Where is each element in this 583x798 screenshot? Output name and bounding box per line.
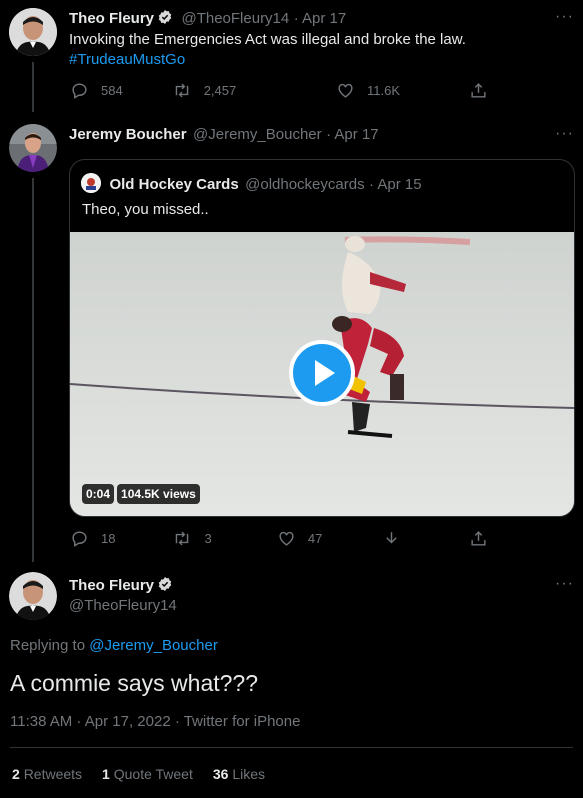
quoted-text: Theo, you missed.. (82, 201, 209, 218)
quote-tweets-stat[interactable]: 1 Quote Tweet (102, 766, 193, 782)
reply-button[interactable]: 18 (70, 529, 172, 548)
tweet-actions: 584 2,457 11.6K (70, 81, 500, 100)
verified-badge-icon (157, 9, 173, 30)
quoted-tweet-card[interactable]: Old Hockey Cards @oldhockeycards · Apr 1… (69, 159, 575, 517)
thread-line (32, 178, 34, 562)
video-duration: 0:04 (82, 484, 115, 504)
retweet-icon (176, 531, 189, 546)
author-handle[interactable]: @TheoFleury14 (69, 597, 177, 614)
reply-icon (72, 531, 87, 547)
tweet-stats: 2 Retweets 1 Quote Tweet 36 Likes (12, 766, 265, 782)
share-button[interactable] (469, 81, 500, 100)
author-handle[interactable]: @TheoFleury14 (181, 10, 289, 27)
author-name[interactable]: Theo Fleury (69, 10, 154, 27)
like-button[interactable]: 47 (277, 529, 382, 548)
thread-line (32, 62, 34, 112)
retweet-button[interactable]: 3 (172, 529, 276, 548)
replying-to-line: Replying to @Jeremy_Boucher (10, 637, 218, 654)
likes-stat[interactable]: 36 Likes (213, 766, 265, 782)
divider (10, 747, 573, 748)
quoted-avatar[interactable] (81, 173, 101, 193)
more-options-icon[interactable]: ··· (555, 8, 574, 26)
hashtag-link[interactable]: #TrudeauMustGo (69, 50, 569, 70)
quoted-author-name[interactable]: Old Hockey Cards (109, 176, 238, 193)
quoted-date[interactable]: · Apr 15 (369, 176, 422, 193)
tweet-actions: 18 3 47 (70, 529, 500, 548)
author-handle[interactable]: @Jeremy_Boucher (193, 126, 322, 143)
video-player[interactable]: 0:04 104.5K views (70, 232, 574, 516)
share-button[interactable] (469, 529, 500, 548)
video-views: 104.5K views (117, 484, 200, 504)
author-name[interactable]: Theo Fleury (69, 577, 154, 594)
tip-download-icon (386, 532, 398, 544)
author-name[interactable]: Jeremy Boucher (69, 126, 187, 143)
tweet-timestamp[interactable]: 11:38 AM · Apr 17, 2022 · Twitter for iP… (10, 713, 300, 730)
retweets-stat[interactable]: 2 Retweets (12, 766, 82, 782)
tip-button[interactable] (382, 529, 469, 548)
reply-count: 584 (101, 83, 123, 98)
replying-to-label: Replying to (10, 637, 90, 654)
main-tweet-text: A commie says what??? (10, 670, 259, 696)
replying-to-link[interactable]: @Jeremy_Boucher (89, 637, 218, 654)
more-options-icon[interactable]: ··· (555, 575, 574, 593)
reply-icon (72, 83, 87, 99)
retweet-button[interactable]: 2,457 (172, 81, 336, 100)
avatar-theo-fleury[interactable] (9, 572, 57, 620)
like-count: 11.6K (367, 83, 401, 98)
quoted-author-handle[interactable]: @oldhockeycards (245, 176, 364, 193)
like-button[interactable]: 11.6K (336, 81, 469, 100)
avatar-jeremy-boucher[interactable] (9, 124, 57, 172)
share-icon (471, 531, 486, 546)
reply-button[interactable]: 584 (70, 81, 172, 100)
play-button[interactable] (289, 340, 355, 406)
verified-badge-icon (157, 576, 173, 597)
tweet-date[interactable]: · Apr 17 (326, 126, 379, 143)
more-options-icon[interactable]: ··· (555, 125, 574, 143)
heart-icon (338, 83, 353, 98)
share-icon (471, 83, 486, 98)
retweet-icon (175, 83, 188, 98)
play-icon (315, 360, 335, 386)
heart-icon (279, 531, 294, 546)
tweet-date[interactable]: · Apr 17 (294, 10, 347, 27)
retweet-count: 2,457 (203, 83, 237, 98)
retweet-count: 3 (204, 531, 212, 546)
reply-count: 18 (101, 531, 116, 546)
like-count: 47 (307, 531, 323, 546)
avatar-theo-fleury[interactable] (9, 8, 57, 56)
tweet-text: Invoking the Emergencies Act was illegal… (69, 30, 569, 70)
